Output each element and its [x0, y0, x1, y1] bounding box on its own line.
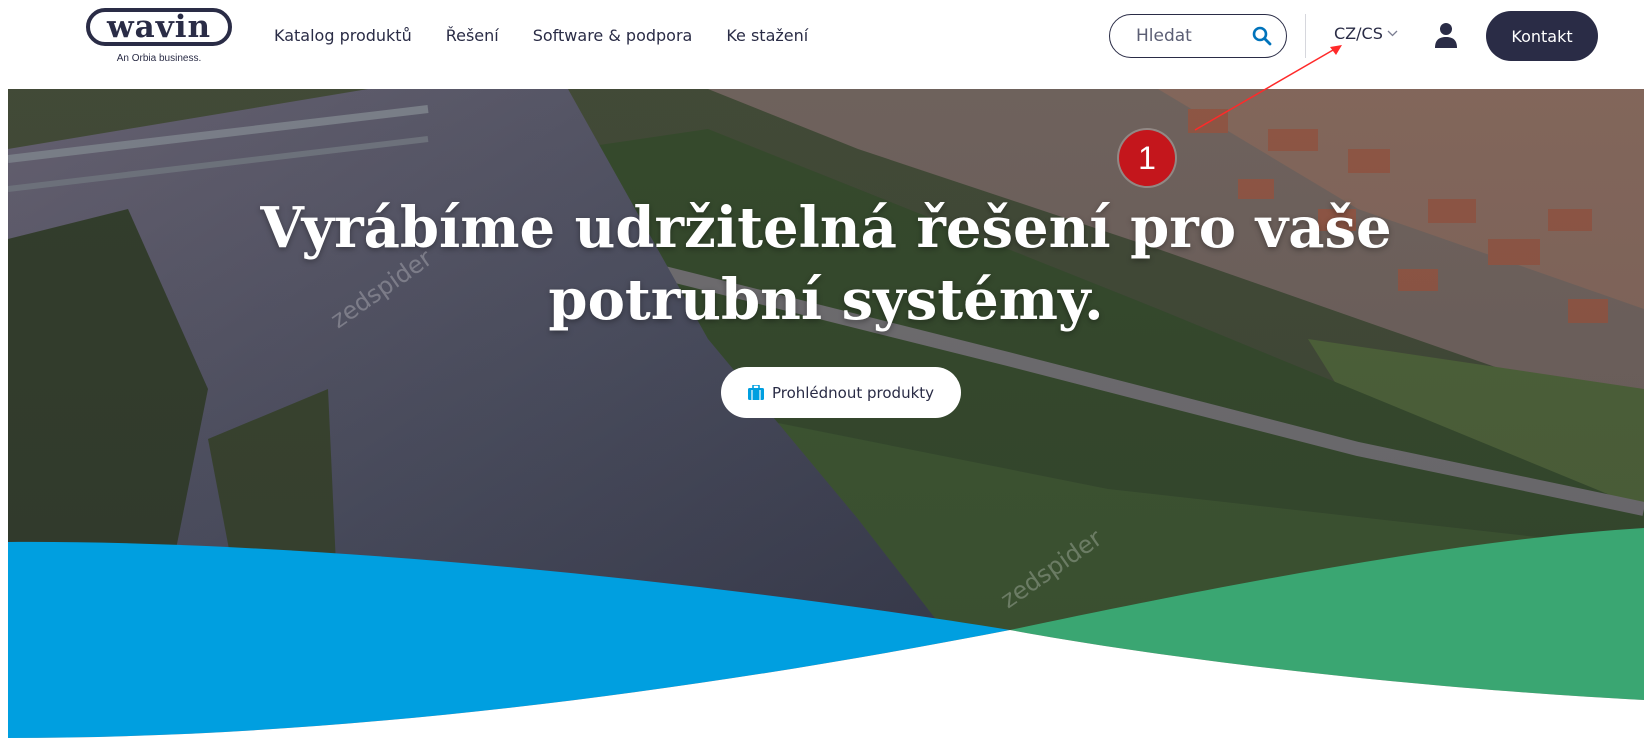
- search-input[interactable]: Hledat: [1109, 14, 1287, 58]
- nav-item-software[interactable]: Software & podpora: [533, 24, 693, 48]
- locale-label: CZ/CS: [1334, 24, 1383, 43]
- browse-products-label: Prohlédnout produkty: [771, 383, 935, 402]
- site-header: wavin An Orbia business. Katalog produkt…: [0, 0, 1644, 89]
- user-icon[interactable]: [1435, 22, 1457, 48]
- main-nav: Katalog produktů Řešení Software & podpo…: [274, 24, 842, 48]
- header-divider: [1305, 14, 1306, 58]
- chevron-down-icon: [1387, 30, 1398, 37]
- briefcase-icon: [747, 385, 764, 400]
- search-placeholder: Hledat: [1136, 26, 1192, 46]
- contact-button[interactable]: Kontakt: [1486, 11, 1598, 61]
- search-icon[interactable]: [1252, 26, 1272, 46]
- annotation-badge: 1: [1119, 130, 1175, 186]
- browse-products-button[interactable]: Prohlédnout produkty: [721, 367, 961, 418]
- locale-selector[interactable]: CZ/CS: [1334, 24, 1398, 43]
- hero-title-line-1: Vyrábíme udržitelná řešení pro vaše: [260, 195, 1392, 261]
- nav-item-reseni[interactable]: Řešení: [446, 24, 499, 48]
- logo-tagline: An Orbia business.: [116, 53, 202, 64]
- nav-item-ke-stazeni[interactable]: Ke stažení: [726, 24, 808, 48]
- logo-wordmark: wavin: [86, 8, 232, 46]
- hero-title: Vyrábíme udržitelná řešení pro vaše potr…: [8, 192, 1644, 336]
- hero-title-line-2: potrubní systémy.: [548, 267, 1104, 333]
- wavin-logo[interactable]: wavin An Orbia business.: [84, 8, 234, 66]
- nav-item-katalog[interactable]: Katalog produktů: [274, 24, 412, 48]
